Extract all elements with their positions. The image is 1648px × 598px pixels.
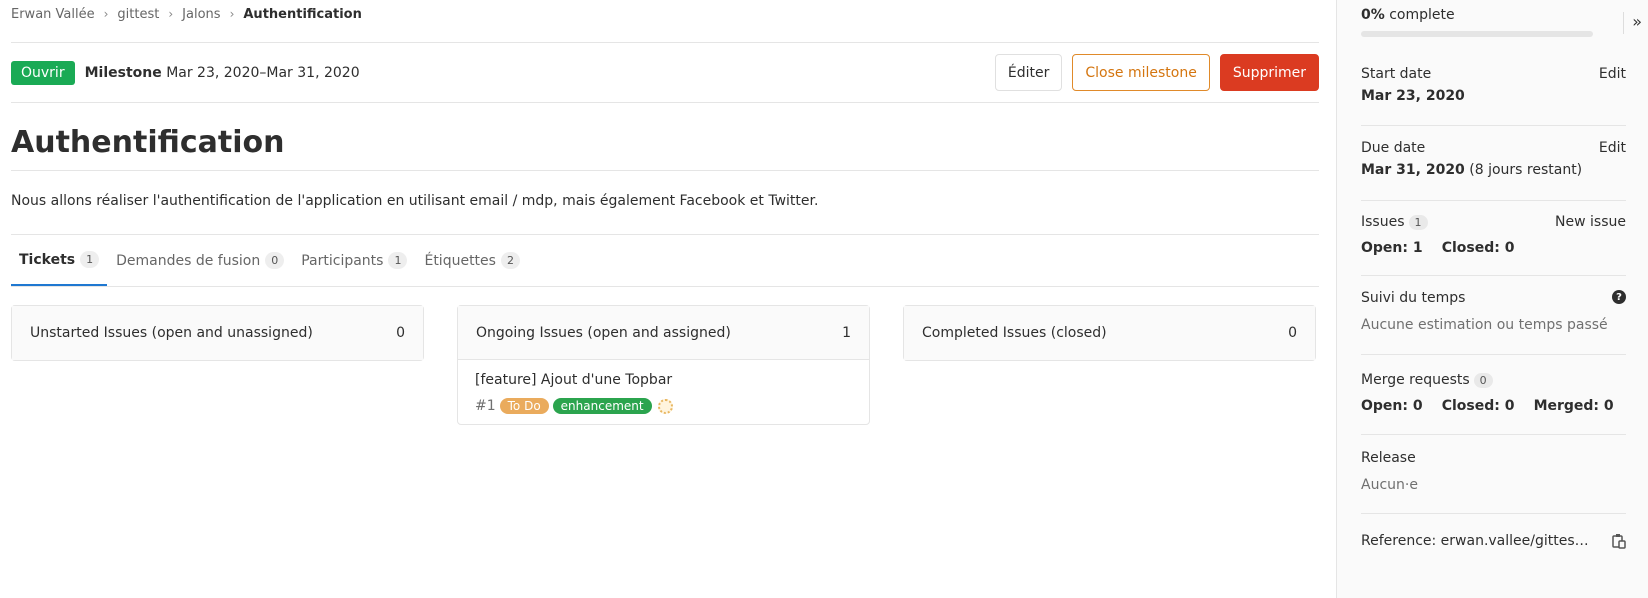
due-date-edit-link[interactable]: Edit <box>1599 140 1626 156</box>
issue-card[interactable]: [feature] Ajout d'une Topbar #1 To Do en… <box>458 360 869 424</box>
progress-bar <box>1361 31 1593 37</box>
due-date-block: Due date Edit Mar 31, 2020 (8 jours rest… <box>1361 126 1626 201</box>
main-content: Erwan Vallée › gittest › Jalons › Authen… <box>11 0 1319 425</box>
edit-button[interactable]: Éditer <box>994 54 1063 91</box>
breadcrumb-current[interactable]: Authentification <box>243 7 362 22</box>
panel-title: Unstarted Issues (open and unassigned) <box>30 325 313 341</box>
label-todo[interactable]: To Do <box>499 398 549 414</box>
issues-label: Issues <box>1361 214 1405 230</box>
right-sidebar: » 0% complete Start date Edit Mar 23, 20… <box>1336 0 1648 598</box>
reference-block: Reference: erwan.vallee/gittes… <box>1361 514 1626 549</box>
label-enhancement[interactable]: enhancement <box>552 398 652 414</box>
reference-text: Reference: erwan.vallee/gittes… <box>1361 533 1589 549</box>
tab-count: 2 <box>500 252 520 269</box>
due-date-value: Mar 31, 2020 <box>1361 162 1465 178</box>
panel-header: Unstarted Issues (open and unassigned) 0 <box>12 306 423 360</box>
panel-title: Completed Issues (closed) <box>922 325 1107 341</box>
tab-labels[interactable]: Étiquettes 2 <box>416 235 527 286</box>
header-actions: Éditer Close milestone Supprimer <box>994 54 1319 91</box>
due-date-row: Mar 31, 2020 (8 jours restant) <box>1361 162 1626 178</box>
issues-heading: Issues 1 <box>1361 214 1428 230</box>
tab-count: 1 <box>80 251 100 268</box>
time-tracking-block: Suivi du temps ? Aucune estimation ou te… <box>1361 276 1626 355</box>
mr-closed: Closed: 0 <box>1441 398 1515 414</box>
chevron-right-icon: › <box>168 7 174 21</box>
tab-participants[interactable]: Participants 1 <box>293 235 415 286</box>
status-badge: Ouvrir <box>11 60 75 85</box>
merge-requests-block: Merge requests 0 Open: 0 Closed: 0 Merged… <box>1361 355 1626 435</box>
merge-requests-stats: Open: 0 Closed: 0 Merged: 0 <box>1361 395 1626 414</box>
breadcrumb-milestones[interactable]: Jalons <box>182 7 220 22</box>
progress-word: complete <box>1389 7 1455 23</box>
panel-header: Ongoing Issues (open and assigned) 1 <box>458 306 869 360</box>
due-date-label: Due date <box>1361 140 1426 156</box>
tab-label: Étiquettes <box>424 252 496 269</box>
time-tracking-label: Suivi du temps <box>1361 290 1466 306</box>
delete-button[interactable]: Supprimer <box>1219 54 1319 91</box>
issues-stats: Open: 1 Closed: 0 <box>1361 237 1626 256</box>
panel-count: 0 <box>396 325 405 341</box>
tab-label: Demandes de fusion <box>116 252 261 269</box>
tab-tickets[interactable]: Tickets 1 <box>11 235 108 286</box>
start-date-label: Start date <box>1361 66 1432 82</box>
unstarted-issues-panel: Unstarted Issues (open and unassigned) 0 <box>11 305 424 361</box>
release-block: Release Aucun·e <box>1361 435 1626 514</box>
progress-block: 0% complete <box>1361 0 1626 54</box>
issue-meta: #1 To Do enhancement <box>475 398 852 414</box>
start-date-block: Start date Edit Mar 23, 2020 <box>1361 54 1626 126</box>
milestone-dates: Milestone Mar 23, 2020–Mar 31, 2020 <box>85 65 360 81</box>
close-milestone-button[interactable]: Close milestone <box>1072 54 1210 91</box>
issue-title[interactable]: [feature] Ajout d'une Topbar <box>475 372 852 388</box>
merge-requests-heading: Merge requests 0 <box>1361 372 1626 388</box>
milestone-header: Ouvrir Milestone Mar 23, 2020–Mar 31, 20… <box>11 43 1319 103</box>
issues-open: Open: 1 <box>1361 240 1423 256</box>
collapse-sidebar-icon[interactable]: » <box>1623 12 1642 34</box>
milestone-date-range: Mar 23, 2020–Mar 31, 2020 <box>166 64 360 81</box>
chevron-right-icon: › <box>103 7 109 21</box>
issue-columns: Unstarted Issues (open and unassigned) 0… <box>11 305 1319 425</box>
mr-merged: Merged: 0 <box>1533 398 1614 414</box>
tab-count: 0 <box>265 252 285 269</box>
time-tracking-value: Aucune estimation ou temps passé <box>1361 317 1608 333</box>
issues-block: Issues 1 New issue Open: 1 Closed: 0 <box>1361 201 1626 276</box>
tabs: Tickets 1 Demandes de fusion 0 Participa… <box>11 235 1319 287</box>
milestone-label: Milestone <box>84 64 162 81</box>
due-date-remaining: (8 jours restant) <box>1469 162 1583 178</box>
panel-count: 1 <box>842 324 851 341</box>
page-title: Authentification <box>11 103 1319 171</box>
panel-count: 0 <box>1288 325 1297 341</box>
merge-requests-label: Merge requests <box>1361 372 1470 388</box>
start-date-value: Mar 23, 2020 <box>1361 88 1465 104</box>
mr-open: Open: 0 <box>1361 398 1423 414</box>
panel-title: Ongoing Issues (open and assigned) <box>476 324 731 341</box>
tab-count: 1 <box>388 252 408 269</box>
ongoing-issues-panel: Ongoing Issues (open and assigned) 1 [fe… <box>457 305 870 425</box>
issue-number: #1 <box>475 398 496 414</box>
tab-merge-requests[interactable]: Demandes de fusion 0 <box>108 235 292 286</box>
panel-header: Completed Issues (closed) 0 <box>904 306 1315 360</box>
progress-percent: 0% <box>1361 7 1385 23</box>
breadcrumb-project[interactable]: gittest <box>117 7 159 22</box>
progress-text: 0% complete <box>1361 0 1626 23</box>
new-issue-link[interactable]: New issue <box>1555 214 1626 230</box>
avatar[interactable] <box>657 398 673 414</box>
issues-closed: Closed: 0 <box>1441 240 1515 256</box>
help-icon[interactable]: ? <box>1612 290 1626 304</box>
merge-requests-count: 0 <box>1473 373 1493 388</box>
breadcrumb: Erwan Vallée › gittest › Jalons › Authen… <box>11 0 1319 43</box>
tab-label: Participants <box>301 252 384 269</box>
chevron-right-icon: › <box>229 7 235 21</box>
completed-issues-panel: Completed Issues (closed) 0 <box>903 305 1316 361</box>
issues-count: 1 <box>1408 215 1428 230</box>
release-value: Aucun·e <box>1361 477 1418 493</box>
copy-clipboard-icon[interactable] <box>1612 533 1626 549</box>
milestone-description: Nous allons réaliser l'authentification … <box>11 171 1319 235</box>
release-label: Release <box>1361 450 1416 466</box>
breadcrumb-user[interactable]: Erwan Vallée <box>11 7 95 22</box>
start-date-edit-link[interactable]: Edit <box>1599 66 1626 82</box>
tab-label: Tickets <box>19 251 76 268</box>
